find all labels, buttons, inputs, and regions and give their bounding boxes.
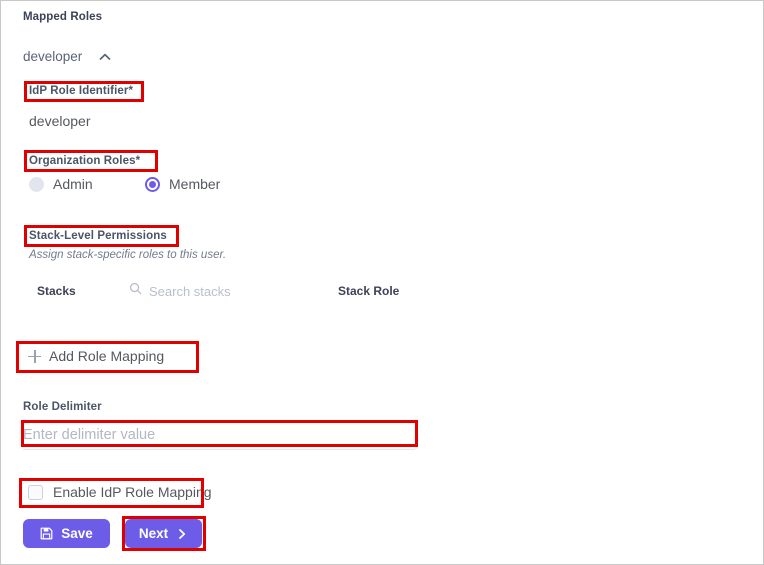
organization-roles-radio-group: Admin Member [29, 176, 220, 192]
idp-role-identifier-value: developer [29, 113, 91, 129]
organization-roles-label: Organization Roles* [29, 155, 141, 167]
enable-idp-role-mapping-checkbox[interactable] [28, 484, 43, 500]
save-button-label: Save [61, 526, 93, 541]
add-role-mapping-label: Add Role Mapping [49, 348, 165, 364]
idp-role-identifier-label: IdP Role Identifier* [29, 85, 134, 97]
radio-circle-admin[interactable] [29, 176, 44, 192]
search-icon [129, 282, 142, 300]
add-role-mapping-button[interactable]: Add Role Mapping [28, 348, 164, 364]
radio-label-admin: Admin [53, 176, 93, 192]
page-title: Mapped Roles [23, 11, 103, 23]
chevron-up-icon[interactable] [98, 50, 112, 64]
mapped-roles-panel: Mapped Roles developer IdP Role Identifi… [0, 0, 764, 565]
enable-idp-role-mapping-label: Enable IdP Role Mapping [53, 484, 212, 500]
search-stacks-input[interactable]: Search stacks [129, 282, 231, 300]
column-header-stacks: Stacks [37, 284, 76, 298]
stacks-table-header: Stacks Search stacks Stack Role [1, 282, 763, 302]
enable-idp-role-mapping-checkbox-row[interactable]: Enable IdP Role Mapping [28, 484, 212, 500]
save-floppy-icon [40, 527, 53, 540]
stack-level-permissions-description: Assign stack-specific roles to this user… [29, 249, 227, 261]
plus-icon [28, 349, 41, 363]
radio-label-member: Member [169, 176, 221, 192]
next-button-label: Next [138, 526, 169, 541]
accordion-label: developer [23, 49, 83, 64]
radio-option-admin[interactable]: Admin [29, 176, 145, 192]
chevron-right-icon [176, 528, 188, 540]
save-button[interactable]: Save [23, 519, 110, 548]
next-button[interactable]: Next [125, 519, 202, 548]
accordion-header-developer[interactable]: developer [23, 49, 112, 64]
radio-option-member[interactable]: Member [145, 176, 220, 192]
column-header-stack-role: Stack Role [338, 284, 400, 298]
search-stacks-placeholder: Search stacks [149, 283, 231, 299]
stack-level-permissions-label: Stack-Level Permissions [29, 230, 167, 242]
radio-circle-member[interactable] [145, 176, 160, 192]
delimiter-input[interactable] [23, 420, 415, 450]
role-delimiter-label: Role Delimiter [23, 401, 102, 413]
